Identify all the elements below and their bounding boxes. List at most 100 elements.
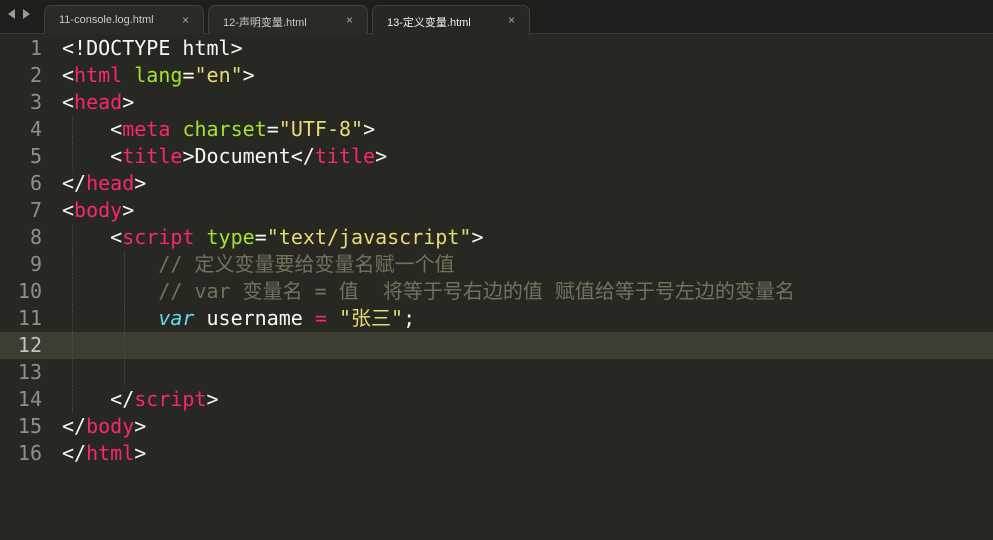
code-token: > bbox=[134, 414, 147, 438]
code-token: > bbox=[363, 117, 376, 141]
code-line[interactable]: 2 <html lang="en"> bbox=[0, 62, 993, 89]
code-line[interactable]: 4 <meta charset="UTF-8"> bbox=[0, 116, 993, 143]
code-line[interactable]: 6 </head> bbox=[0, 170, 993, 197]
code-text: </html> bbox=[62, 440, 146, 467]
line-number: 8 bbox=[29, 225, 42, 249]
code-token: body bbox=[86, 414, 135, 438]
tab-declare-variable[interactable]: 12-声明变量.html × bbox=[208, 5, 368, 34]
code-line[interactable]: 12 bbox=[0, 332, 993, 359]
line-number: 15 bbox=[17, 414, 42, 438]
tab-label: 12-声明变量.html bbox=[223, 17, 307, 29]
tab-bar: 11-console.log.html × 12-声明变量.html × 13-… bbox=[0, 0, 993, 35]
line-number: 6 bbox=[29, 171, 42, 195]
code-text: </script> bbox=[62, 386, 219, 413]
code-token: type bbox=[206, 225, 255, 249]
line-number: 12 bbox=[17, 333, 42, 357]
code-token: "张三" bbox=[338, 306, 404, 330]
code-token: < bbox=[62, 225, 123, 249]
code-token: // var 变量名 = 值 将等于号右边的值 赋值给等于号左边的变量名 bbox=[158, 279, 795, 303]
indent-guide bbox=[124, 332, 125, 359]
code-token: "text/javascript" bbox=[266, 225, 472, 249]
code-token: < bbox=[62, 144, 123, 168]
code-token: > bbox=[122, 90, 135, 114]
code-token: username bbox=[194, 306, 315, 330]
code-token: body bbox=[74, 198, 123, 222]
code-token: > bbox=[471, 225, 484, 249]
code-token: lang bbox=[134, 63, 183, 87]
code-token: < bbox=[62, 117, 123, 141]
code-line[interactable]: 8 <script type="text/javascript"> bbox=[0, 224, 993, 251]
code-token: = bbox=[254, 225, 267, 249]
code-token: = bbox=[182, 63, 195, 87]
code-text: </body> bbox=[62, 413, 146, 440]
code-line[interactable]: 9 // 定义变量要给变量名赋一个值 bbox=[0, 251, 993, 278]
code-token: > bbox=[122, 198, 135, 222]
code-text: <title>Document</title> bbox=[62, 143, 387, 170]
code-token: > bbox=[134, 171, 147, 195]
line-number: 16 bbox=[17, 441, 42, 465]
code-editor[interactable]: 1 <!DOCTYPE html> 2 <html lang="en"> 3 <head>… bbox=[0, 35, 993, 540]
code-token: < bbox=[62, 63, 75, 87]
line-number: 2 bbox=[29, 63, 42, 87]
code-line[interactable]: 14 </script> bbox=[0, 386, 993, 413]
line-number: 10 bbox=[17, 279, 42, 303]
line-number: 3 bbox=[29, 90, 42, 114]
code-line[interactable]: 13 bbox=[0, 359, 993, 386]
code-text: // var 变量名 = 值 将等于号右边的值 赋值给等于号左边的变量名 bbox=[62, 278, 795, 305]
code-line[interactable]: 1 <!DOCTYPE html> bbox=[0, 35, 993, 62]
code-token: > bbox=[375, 144, 388, 168]
code-text: <html lang="en"> bbox=[62, 62, 255, 89]
code-token: meta bbox=[122, 117, 171, 141]
code-text: var username = "张三"; bbox=[62, 305, 415, 332]
code-token: var bbox=[158, 306, 195, 330]
line-number: 9 bbox=[29, 252, 42, 276]
code-line[interactable]: 5 <title>Document</title> bbox=[0, 143, 993, 170]
code-line[interactable]: 15 </body> bbox=[0, 413, 993, 440]
code-token: < bbox=[62, 198, 75, 222]
code-text: <script type="text/javascript"> bbox=[62, 224, 483, 251]
code-token: html bbox=[86, 441, 135, 465]
code-line[interactable]: 7 <body> bbox=[0, 197, 993, 224]
close-icon[interactable]: × bbox=[346, 13, 353, 27]
code-line[interactable]: 3 <head> bbox=[0, 89, 993, 116]
tab-console-log[interactable]: 11-console.log.html × bbox=[44, 5, 204, 34]
close-icon[interactable]: × bbox=[182, 13, 189, 27]
arrow-right-icon[interactable] bbox=[23, 9, 30, 19]
code-token: </ bbox=[62, 387, 135, 411]
code-token: > bbox=[206, 387, 219, 411]
code-text: <body> bbox=[62, 197, 134, 224]
code-token: <!DOCTYPE html> bbox=[62, 36, 243, 60]
code-token: </ bbox=[62, 441, 87, 465]
code-line[interactable]: 11 var username = "张三"; bbox=[0, 305, 993, 332]
code-token: "UTF-8" bbox=[278, 117, 364, 141]
line-number: 5 bbox=[29, 144, 42, 168]
tab-define-variable[interactable]: 13-定义变量.html × bbox=[372, 5, 530, 35]
code-line[interactable]: 10 // var 变量名 = 值 将等于号右边的值 赋值给等于号左边的变量名 bbox=[0, 278, 993, 305]
code-token: charset bbox=[182, 117, 267, 141]
code-text: // 定义变量要给变量名赋一个值 bbox=[62, 251, 454, 278]
line-number: 11 bbox=[17, 306, 42, 330]
arrow-left-icon[interactable] bbox=[8, 9, 15, 19]
code-token: = bbox=[314, 306, 327, 330]
code-token: < bbox=[62, 90, 75, 114]
indent-guide bbox=[124, 359, 125, 386]
code-line[interactable]: 16 </html> bbox=[0, 440, 993, 467]
code-token: // 定义变量要给变量名赋一个值 bbox=[158, 252, 455, 276]
code-token: script bbox=[122, 225, 195, 249]
code-token: script bbox=[134, 387, 207, 411]
line-number: 7 bbox=[29, 198, 42, 222]
code-token: > bbox=[242, 63, 255, 87]
indent-guide bbox=[72, 332, 73, 359]
code-text: <head> bbox=[62, 89, 134, 116]
code-token: head bbox=[86, 171, 135, 195]
line-number: 14 bbox=[17, 387, 42, 411]
line-number: 4 bbox=[29, 117, 42, 141]
close-icon[interactable]: × bbox=[508, 13, 515, 27]
code-text: <meta charset="UTF-8"> bbox=[62, 116, 375, 143]
code-token: html bbox=[74, 63, 123, 87]
